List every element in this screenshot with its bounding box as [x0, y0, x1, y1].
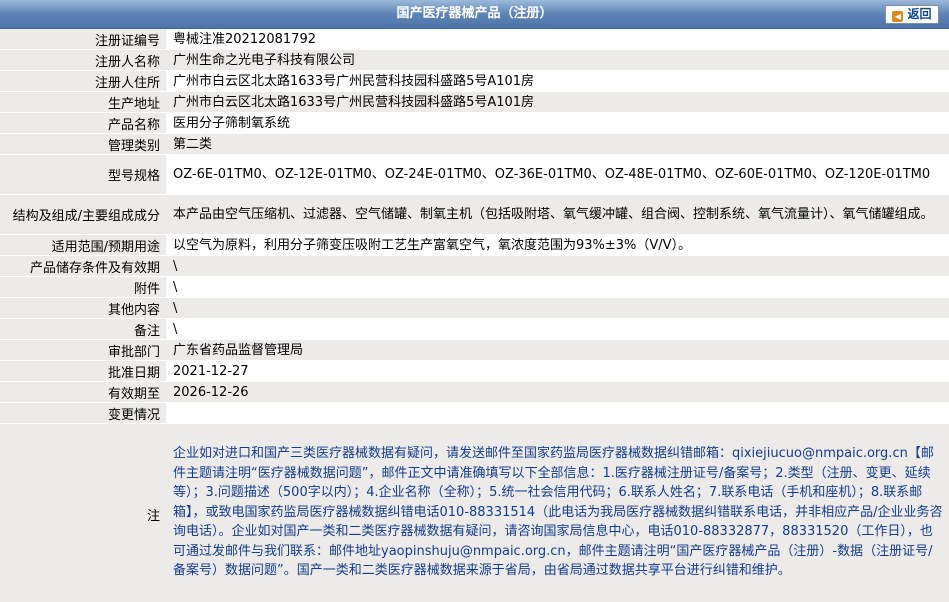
field-label: 审批部门: [0, 340, 166, 360]
field-label: 适用范围/预期用途: [0, 235, 166, 255]
table-row: 变更情况: [0, 403, 949, 424]
field-value: 医用分子筛制氧系统: [166, 113, 949, 133]
table-row: 管理类别 第二类: [0, 134, 949, 155]
field-value: 本产品由空气压缩机、过滤器、空气储罐、制氧主机（包括吸附塔、氧气缓冲罐、组合阀、…: [166, 195, 949, 234]
field-label: 其他内容: [0, 298, 166, 318]
field-value: \: [166, 319, 949, 339]
note-label: 注: [0, 424, 166, 602]
table-row: 有效期至 2026-12-26: [0, 382, 949, 403]
page-header: 国产医疗器械产品（注册） ◀ 返回: [0, 0, 949, 29]
field-label: 注册证编号: [0, 29, 166, 49]
field-value: \: [166, 256, 949, 276]
back-button-label: 返回: [907, 7, 932, 21]
note-row: 注 企业如对进口和国产三类医疗器械数据有疑问，请发送邮件至国家药监局医疗器械数据…: [0, 424, 949, 602]
field-value: \: [166, 298, 949, 318]
table-row: 适用范围/预期用途 以空气为原料，利用分子筛变压吸附工艺生产富氧空气，氧浓度范围…: [0, 235, 949, 256]
field-value: 以空气为原料，利用分子筛变压吸附工艺生产富氧空气，氧浓度范围为93%±3%（V/…: [166, 235, 949, 255]
field-label: 变更情况: [0, 403, 166, 423]
table-row: 注册人住所 广州市白云区北太路1633号广州民营科技园科盛路5号A101房: [0, 71, 949, 92]
table-row: 生产地址 广州市白云区北太路1633号广州民营科技园科盛路5号A101房: [0, 92, 949, 113]
note-text: 企业如对进口和国产三类医疗器械数据有疑问，请发送邮件至国家药监局医疗器械数据纠错…: [166, 424, 949, 602]
table-row: 批准日期 2021-12-27: [0, 361, 949, 382]
table-row: 产品储存条件及有效期 \: [0, 256, 949, 277]
table-row: 注册人名称 广州生命之光电子科技有限公司: [0, 50, 949, 71]
field-value: 广州市白云区北太路1633号广州民营科技园科盛路5号A101房: [166, 71, 949, 91]
field-label: 批准日期: [0, 361, 166, 381]
field-value: 广州生命之光电子科技有限公司: [166, 50, 949, 70]
table-row: 审批部门 广东省药品监督管理局: [0, 340, 949, 361]
field-label: 附件: [0, 277, 166, 297]
field-label: 注册人住所: [0, 71, 166, 91]
page-title: 国产医疗器械产品（注册）: [396, 6, 553, 21]
back-arrow-icon: ◀: [892, 11, 904, 22]
field-label: 结构及组成/主要组成成分: [0, 195, 166, 234]
table-row: 产品名称 医用分子筛制氧系统: [0, 113, 949, 134]
table-row: 备注 \: [0, 319, 949, 340]
field-label: 管理类别: [0, 134, 166, 154]
field-label: 有效期至: [0, 382, 166, 402]
table-row: 其他内容 \: [0, 298, 949, 319]
field-value: 第二类: [166, 134, 949, 154]
field-label: 生产地址: [0, 92, 166, 112]
field-value: 广东省药品监督管理局: [166, 340, 949, 360]
field-value: 2026-12-26: [166, 382, 949, 402]
field-value: 粤械注准20212081792: [166, 29, 949, 49]
field-label: 产品名称: [0, 113, 166, 133]
field-value: [166, 403, 949, 423]
table-row: 附件 \: [0, 277, 949, 298]
field-label: 备注: [0, 319, 166, 339]
back-button[interactable]: ◀ 返回: [885, 5, 939, 24]
table-row: 型号规格 OZ-6E-01TM0、OZ-12E-01TM0、OZ-24E-01T…: [0, 155, 949, 195]
field-value: OZ-6E-01TM0、OZ-12E-01TM0、OZ-24E-01TM0、OZ…: [166, 155, 949, 194]
field-label: 型号规格: [0, 155, 166, 194]
field-label: 产品储存条件及有效期: [0, 256, 166, 276]
field-label: 注册人名称: [0, 50, 166, 70]
registration-detail-table: 注册证编号 粤械注准20212081792 注册人名称 广州生命之光电子科技有限…: [0, 29, 949, 602]
field-value: 广州市白云区北太路1633号广州民营科技园科盛路5号A101房: [166, 92, 949, 112]
table-row: 注册证编号 粤械注准20212081792: [0, 29, 949, 50]
field-value: \: [166, 277, 949, 297]
field-value: 2021-12-27: [166, 361, 949, 381]
table-row: 结构及组成/主要组成成分 本产品由空气压缩机、过滤器、空气储罐、制氧主机（包括吸…: [0, 195, 949, 235]
